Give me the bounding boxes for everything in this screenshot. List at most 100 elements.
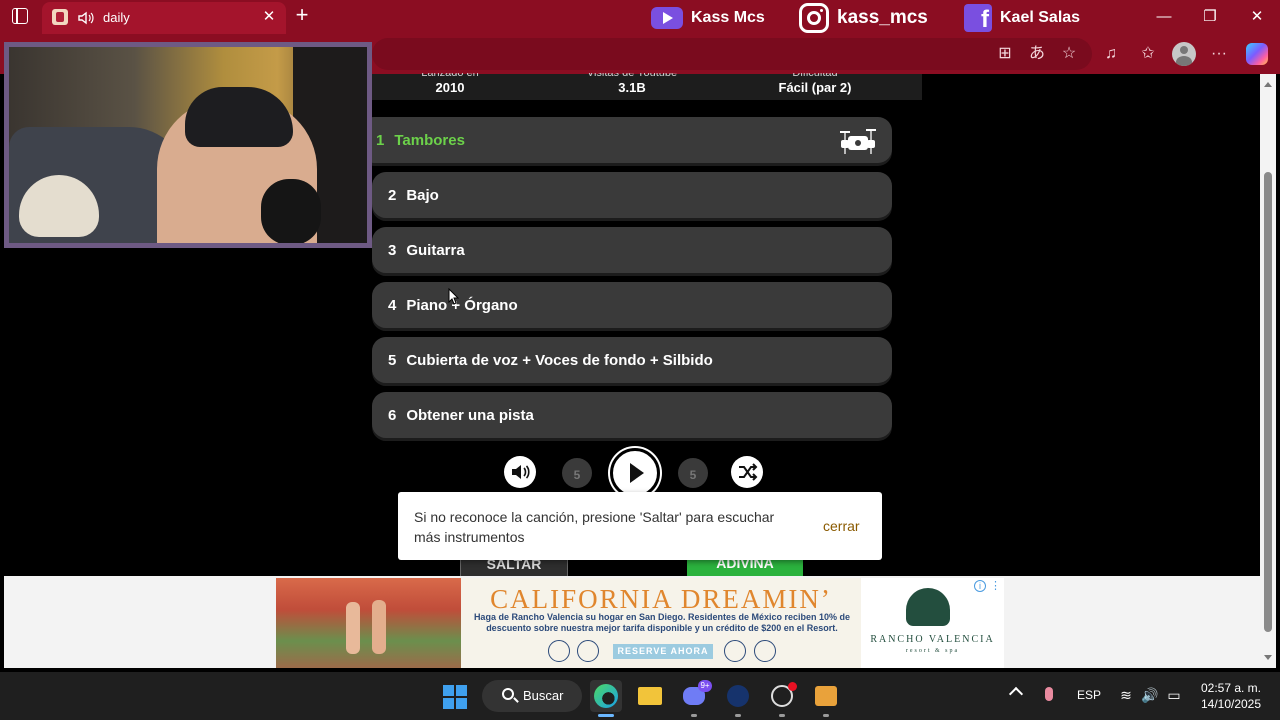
track-item-guitar[interactable]: 3 Guitarra [372,227,892,273]
ad-info-icon[interactable]: i [974,580,986,592]
tree-logo-icon [906,588,950,626]
music-icon[interactable]: ♫ [1099,42,1123,66]
volume-tray-icon[interactable]: 🔊 [1141,686,1159,704]
track-item-vocals[interactable]: 5 Cubierta de voz + Voces de fondo + Sil… [372,337,892,383]
collections-icon[interactable]: ✩ [1136,42,1160,66]
ad-menu-icon[interactable]: ⋮ [990,580,1001,592]
translate-icon[interactable]: あ [1025,42,1049,66]
mouse-cursor-icon [448,288,460,305]
discord-app-icon[interactable]: 9+ [678,680,712,717]
tab-actions-icon[interactable] [12,8,28,24]
steam-app-icon[interactable] [722,680,754,717]
ad-photo [276,578,461,668]
site-favicon-icon [52,9,68,25]
new-tab-button[interactable]: + [290,4,314,28]
taskbar-search-label: Buscar [523,688,564,703]
views-value: 3.1B [618,80,646,95]
windows-start-icon[interactable] [443,685,467,709]
facebook-icon: f [964,4,992,32]
apps-icon[interactable]: ⊞ [993,42,1017,66]
page-scrollbar[interactable] [1260,74,1276,668]
minimize-button[interactable]: — [1141,0,1187,34]
instagram-handle: kass_mcs [837,7,928,28]
ad-banner[interactable]: CALIFORNIA DREAMIN’ Haga de Rancho Valen… [276,578,1004,668]
browser-tab[interactable]: daily ✕ [42,2,286,34]
player-controls: 5 5 [500,448,780,498]
tab-audio-icon[interactable] [76,8,96,28]
views-info: Visitas de Youtube 3.1B [542,73,722,95]
track-number: 6 [388,406,397,424]
scroll-down-icon[interactable] [1264,655,1272,660]
obs-app-icon[interactable] [766,680,798,717]
clock-date[interactable]: 14/10/2025 [1196,697,1266,711]
overlay-instagram: kass_mcs [799,3,928,33]
file-explorer-icon[interactable] [634,680,666,712]
volume-button[interactable] [504,456,536,488]
clock-time[interactable]: 02:57 a. m. [1196,681,1266,695]
webcam-microphone [261,179,321,243]
ad-brand-subtitle: resort & spa [905,648,960,654]
released-label: Lanzado en [421,73,479,79]
ad-brand-logo: RANCHO VALENCIA resort & spa [861,578,1004,668]
copilot-icon[interactable] [1246,43,1268,65]
ad-reserve-button[interactable]: RESERVE AHORA [613,644,713,659]
taskbar: Buscar 9+ ESP ≋ 🔊 ▭ 02:57 a. m. 14/10/20… [0,672,1280,720]
award-badge-icon [724,640,746,662]
microphone-in-use-icon[interactable] [1045,687,1053,701]
favorite-icon[interactable]: ☆ [1057,42,1081,66]
track-label: Guitarra [406,241,465,259]
taskbar-search[interactable]: Buscar [482,680,582,712]
tab-close-icon[interactable]: ✕ [260,7,278,27]
difficulty-info: Dificultad Fácil (par 2) [725,73,905,95]
track-item-drums[interactable]: 1 Tambores [360,117,892,163]
address-bar[interactable] [372,38,1092,70]
difficulty-value: Fácil (par 2) [778,80,852,95]
toast-message: Si no reconoce la canción, presione 'Sal… [414,509,775,545]
facebook-handle: Kael Salas [1000,9,1081,26]
browser-titlebar: daily ✕ + Kass Mcs kass_mcs f Kael Salas… [0,0,1280,34]
overlay-facebook: f Kael Salas [964,3,1080,33]
youtube-icon [651,7,683,29]
hint-toast: Si no reconoce la canción, presione 'Sal… [398,492,882,560]
released-info: Lanzado en 2010 [360,73,540,95]
play-icon [630,463,644,483]
play-button[interactable] [610,448,660,498]
instagram-icon [799,3,829,33]
media-app-icon[interactable] [810,680,842,717]
award-badge-icon [577,640,599,662]
views-label: Visitas de Youtube [586,73,678,79]
ad-body-text: Haga de Rancho Valencia su hogar en San … [473,612,851,633]
track-label: Cubierta de voz + Voces de fondo + Silbi… [406,351,713,369]
scroll-up-icon[interactable] [1264,82,1272,87]
tray-expand-icon[interactable] [1008,686,1024,702]
scroll-thumb[interactable] [1264,172,1272,632]
more-icon[interactable]: ··· [1207,42,1231,66]
award-badge-icon [548,640,570,662]
rewind-seconds: 5 [573,468,581,482]
close-window-button[interactable]: ✕ [1234,0,1280,34]
difficulty-label: Dificultad [792,73,838,79]
input-language[interactable]: ESP [1077,688,1101,702]
track-number: 2 [388,186,397,204]
webcam-overlay [4,42,372,248]
track-item-hint[interactable]: 6 Obtener una pista [372,392,892,438]
wifi-icon[interactable]: ≋ [1117,686,1135,704]
shuffle-button[interactable] [731,456,763,488]
track-label: Tambores [394,131,465,149]
drums-icon [840,129,876,154]
toast-close-link[interactable]: cerrar [823,518,860,534]
battery-icon[interactable]: ▭ [1165,686,1183,704]
ad-brand-name: RANCHO VALENCIA [870,634,995,645]
track-number: 5 [388,351,397,369]
restore-button[interactable]: ❐ [1187,0,1233,34]
screen: daily ✕ + Kass Mcs kass_mcs f Kael Salas… [0,0,1280,720]
profile-icon[interactable] [1172,42,1196,66]
forward-5-button: 5 [678,458,708,488]
shuffle-icon [739,463,758,481]
edge-app-icon[interactable] [590,680,622,717]
search-icon [502,688,514,700]
track-label: Piano + Órgano [406,296,518,314]
track-item-bass[interactable]: 2 Bajo [372,172,892,218]
track-number: 4 [388,296,397,314]
track-number: 3 [388,241,397,259]
